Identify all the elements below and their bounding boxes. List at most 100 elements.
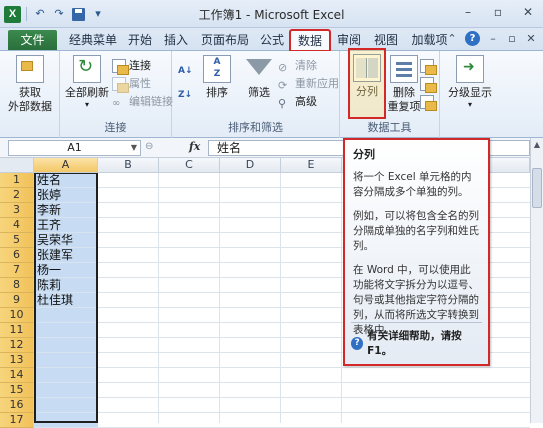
tab-insert[interactable]: 插入	[160, 30, 192, 50]
advanced-filter-icon: ⚲	[278, 96, 287, 110]
column-header-b[interactable]: B	[98, 158, 159, 173]
get-external-label-2: 外部数据	[8, 100, 52, 113]
close-button[interactable]: ✕	[521, 4, 535, 20]
row-header[interactable]: 5	[0, 233, 34, 248]
row-header[interactable]: 3	[0, 203, 34, 218]
outline-icon	[456, 55, 484, 83]
row-header[interactable]: 7	[0, 263, 34, 278]
row-header[interactable]: 17	[0, 413, 34, 428]
edit-links-button[interactable]: ∞ 编辑链接	[112, 93, 173, 110]
row-header[interactable]: 15	[0, 383, 34, 398]
column-header-d[interactable]: D	[220, 158, 281, 173]
select-all-corner[interactable]	[0, 158, 34, 173]
gridline	[98, 382, 530, 383]
data-validation-button[interactable]	[420, 57, 437, 75]
what-if-button[interactable]	[420, 93, 437, 111]
tab-home[interactable]: 开始	[124, 30, 156, 50]
tab-view[interactable]: 视图	[370, 30, 402, 50]
link-icon: ∞	[112, 97, 121, 109]
tab-review[interactable]: 审阅	[333, 30, 365, 50]
advanced-filter-label: 高级	[295, 95, 317, 108]
data-tools-group-label: 数据工具	[367, 121, 412, 134]
row-header[interactable]: 2	[0, 188, 34, 203]
window-controls: – ▫ ✕	[461, 4, 535, 20]
filter-label: 筛选	[248, 86, 270, 99]
filter-button[interactable]: 筛选	[242, 55, 276, 100]
sort-desc-icon: Z↓	[178, 89, 193, 100]
name-box-dropdown-icon[interactable]: ▼	[131, 141, 137, 155]
insert-function-icon[interactable]: fx	[189, 140, 200, 153]
properties-icon	[112, 76, 129, 93]
tab-classic-menu[interactable]: 经典菜单	[64, 30, 122, 50]
tab-page-layout[interactable]: 页面布局	[197, 30, 253, 50]
row-header[interactable]: 1	[0, 173, 34, 188]
consolidate-button[interactable]	[420, 75, 437, 93]
title-bar: X ↶ ↷ ▾ 工作簿1 - Microsoft Excel – ▫ ✕	[0, 0, 543, 28]
tab-file[interactable]: 文件	[8, 30, 57, 50]
data-validation-icon	[420, 58, 437, 75]
connections-button[interactable]: 连接	[112, 57, 151, 75]
doc-minimize-icon[interactable]: –	[487, 32, 499, 45]
tooltip-footer-text: 有关详细帮助，请按 F1。	[367, 330, 462, 357]
tab-formulas[interactable]: 公式	[256, 30, 288, 50]
column-header-c[interactable]: C	[159, 158, 220, 173]
row-header[interactable]: 11	[0, 323, 34, 338]
refresh-all-label: 全部刷新	[65, 86, 109, 99]
name-box[interactable]: A1 ▼	[8, 140, 141, 156]
scroll-up-icon[interactable]: ▲	[531, 138, 543, 151]
get-external-data-button[interactable]: 获取 外部数据	[6, 55, 54, 114]
row-header[interactable]: 4	[0, 218, 34, 233]
row-header[interactable]: 10	[0, 308, 34, 323]
group-sort-filter: A↓ Z↓ AZ 排序 筛选 ⊘ 清除 ⟳ 重新应用 ⚲ 高级 排序和筛选	[172, 51, 340, 138]
row-header[interactable]: 16	[0, 398, 34, 413]
formula-bar-cancel-icon: ⊖	[145, 141, 154, 152]
reapply-button[interactable]: ⟳ 重新应用	[278, 75, 339, 92]
help-icon[interactable]: ?	[465, 31, 480, 46]
sort-asc-button[interactable]: A↓	[178, 61, 193, 78]
doc-restore-icon[interactable]: ▫	[506, 32, 518, 45]
ribbon-data-tab: 获取 外部数据 全部刷新 ▾ 连接 属性 ∞ 编辑链接 连接 A↓ Z↓	[0, 51, 543, 138]
edit-links-label: 编辑链接	[129, 95, 173, 108]
minimize-ribbon-icon[interactable]: ⌃	[446, 32, 458, 45]
filter-icon	[246, 59, 272, 75]
clear-filter-label: 清除	[295, 59, 317, 72]
sort-button[interactable]: AZ 排序	[200, 55, 234, 100]
row-header[interactable]: 14	[0, 368, 34, 383]
properties-button[interactable]: 属性	[112, 75, 151, 93]
clear-filter-icon: ⊘	[278, 60, 288, 74]
clear-filter-button[interactable]: ⊘ 清除	[278, 57, 317, 74]
sort-filter-group-label: 排序和筛选	[228, 121, 283, 134]
get-external-label-1: 获取	[19, 86, 41, 99]
row-header[interactable]: 8	[0, 278, 34, 293]
sort-desc-button[interactable]: Z↓	[178, 85, 192, 102]
sort-asc-icon: A↓	[178, 65, 193, 76]
vertical-scrollbar[interactable]: ▲	[530, 138, 543, 423]
sort-label: 排序	[206, 86, 228, 99]
column-header-a[interactable]: A	[34, 158, 98, 173]
tooltip-paragraph-2: 例如，可以将包含全名的列分隔成单独的名字列和姓氏列。	[353, 210, 479, 252]
connections-label: 连接	[129, 59, 151, 72]
column-header-e[interactable]: E	[281, 158, 342, 173]
row-header[interactable]: 9	[0, 293, 34, 308]
gridline	[158, 173, 159, 423]
scroll-thumb[interactable]	[532, 168, 542, 208]
what-if-icon	[420, 94, 437, 111]
row-header[interactable]: 12	[0, 338, 34, 353]
remove-duplicates-button[interactable]: 删除 重复项	[386, 55, 422, 114]
row-header[interactable]: 13	[0, 353, 34, 368]
gridline	[98, 367, 530, 368]
gridline	[98, 412, 530, 413]
refresh-dropdown-icon: ▾	[84, 100, 89, 109]
doc-close-icon[interactable]: ✕	[525, 32, 537, 45]
advanced-filter-button[interactable]: ⚲ 高级	[278, 93, 317, 110]
tab-data[interactable]: 数据	[289, 29, 331, 52]
refresh-icon	[73, 55, 101, 83]
selection-border	[34, 173, 98, 423]
minimize-button[interactable]: –	[461, 4, 475, 20]
group-outline: 分级显示 ▾	[440, 51, 500, 138]
row-header[interactable]: 6	[0, 248, 34, 263]
outline-button[interactable]: 分级显示 ▾	[444, 55, 496, 110]
refresh-all-button[interactable]: 全部刷新 ▾	[64, 55, 110, 110]
restore-button[interactable]: ▫	[491, 4, 505, 20]
tooltip-footer: ? 有关详细帮助，请按 F1。	[351, 322, 482, 358]
